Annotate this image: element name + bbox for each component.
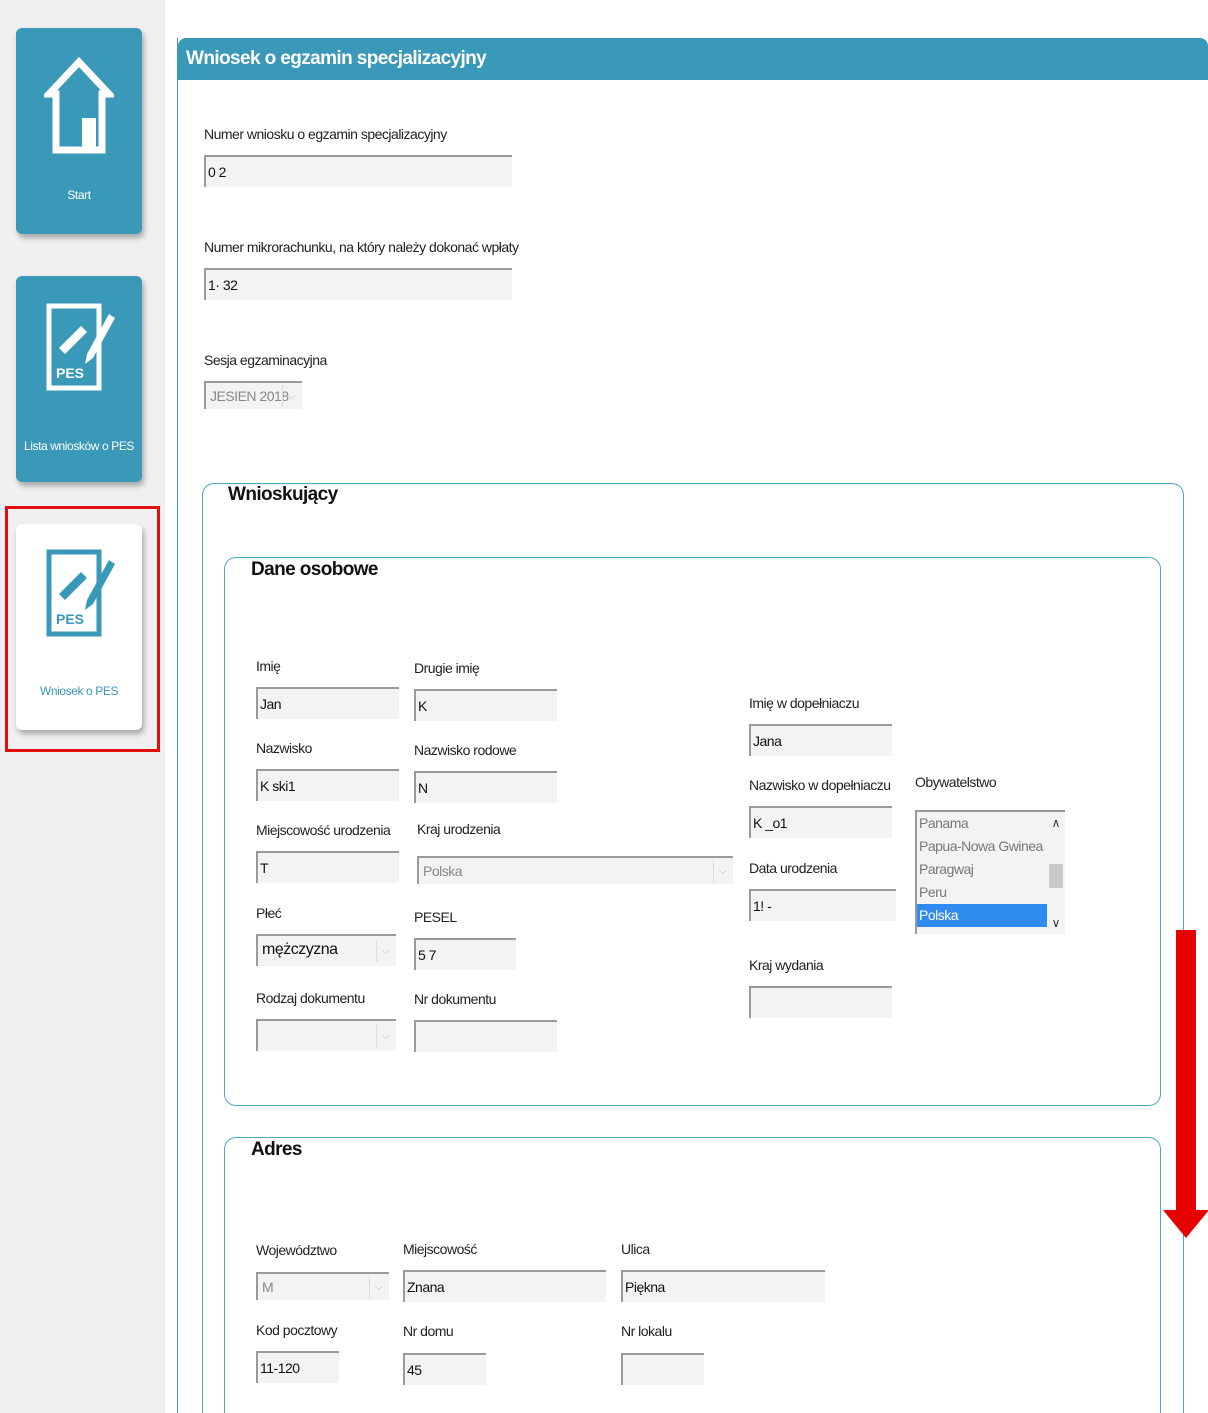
street-label: Ulica [621, 1241, 650, 1257]
birth-date-field[interactable]: 1! - [749, 889, 896, 921]
chevron-down-icon: ⌵ [282, 385, 300, 407]
surname-label: Nazwisko [256, 740, 312, 756]
citizenship-listbox[interactable]: Panama Papua-Nowa Gwinea Paragwaj Peru P… [915, 810, 1065, 934]
surname-genitive-field[interactable]: K _o1 [749, 806, 892, 838]
postal-code-field[interactable]: 11-120 [256, 1351, 339, 1383]
pesel-label: PESEL [414, 909, 457, 925]
citizenship-option-selected[interactable]: Polska [917, 904, 1049, 927]
sex-value: mężczyzna [262, 941, 338, 958]
second-name-label: Drugie imię [414, 660, 480, 676]
session-value: JESIEN 2018 [210, 388, 289, 404]
pes-badge: PES [56, 365, 84, 381]
family-name-field[interactable]: N [414, 771, 557, 803]
applicant-legend: Wnioskujący [222, 484, 344, 506]
doc-type-label: Rodzaj dokumentu [256, 990, 365, 1006]
chevron-down-icon: ⌵ [369, 1276, 387, 1298]
citizenship-option[interactable]: Papua-Nowa Gwinea [917, 835, 1049, 858]
citizenship-scrollbar[interactable]: ∧ ∨ [1047, 812, 1065, 934]
session-select[interactable]: JESIEN 2018 ⌵ [204, 381, 302, 409]
citizenship-option[interactable]: Peru [917, 881, 1049, 904]
page-title: Wniosek o egzamin specjalizacyjny [178, 38, 1208, 80]
sidebar-item-label: Start [67, 188, 91, 202]
city-label: Miejscowość [403, 1241, 477, 1257]
first-name-genitive-label: Imię w dopełniaczu [749, 695, 860, 711]
application-number-field[interactable]: 0 2 [204, 155, 512, 187]
flat-number-label: Nr lokalu [621, 1323, 672, 1339]
application-number-label: Numer wniosku o egzamin specjalizacyjny [204, 126, 447, 142]
birth-country-label: Kraj urodzenia [417, 821, 501, 837]
city-field[interactable]: Znana [403, 1270, 606, 1302]
pes-document-icon: PES [46, 303, 115, 391]
house-number-field[interactable]: 45 [403, 1353, 486, 1385]
scroll-down-arrow-icon [1163, 930, 1208, 1238]
sex-label: Płeć [256, 905, 282, 921]
account-label: Numer mikrorachunku, na który należy dok… [204, 239, 519, 255]
pesel-field[interactable]: 5 7 [414, 938, 516, 970]
surname-field[interactable]: K ski1 [256, 769, 399, 801]
first-name-label: Imię [256, 658, 281, 674]
chevron-down-icon[interactable]: ∨ [1047, 916, 1065, 930]
doc-number-label: Nr dokumentu [414, 991, 496, 1007]
sidebar-item-lista-wnioskow[interactable]: PES Lista wniosków o PES [16, 276, 142, 482]
voivodeship-value: M [262, 1279, 274, 1295]
doc-type-select[interactable]: ⌵ [256, 1019, 396, 1051]
postal-code-label: Kod pocztowy [256, 1322, 338, 1338]
active-item-highlight [5, 506, 160, 752]
chevron-up-icon[interactable]: ∧ [1047, 816, 1065, 830]
doc-number-field[interactable] [414, 1020, 557, 1052]
top-nub [175, 20, 187, 23]
issue-country-label: Kraj wydania [749, 957, 824, 973]
address-legend: Adres [245, 1139, 308, 1161]
chevron-down-icon: ⌵ [376, 1025, 394, 1047]
flat-number-field[interactable] [621, 1353, 704, 1385]
birth-date-label: Data urodzenia [749, 860, 837, 876]
voivodeship-select[interactable]: M ⌵ [256, 1272, 389, 1300]
sidebar-item-start[interactable]: Start [16, 28, 142, 234]
voivodeship-label: Województwo [256, 1242, 337, 1258]
surname-genitive-label: Nazwisko w dopełniaczu [749, 777, 891, 793]
first-name-genitive-field[interactable]: Jana [749, 724, 892, 756]
scrollbar-thumb[interactable] [1049, 864, 1063, 888]
citizenship-option[interactable]: Paragwaj [917, 858, 1049, 881]
personal-data-legend: Dane osobowe [245, 559, 384, 581]
birthplace-label: Miejscowość urodzenia [256, 822, 391, 838]
account-field[interactable]: 1· 32 [204, 268, 512, 300]
first-name-field[interactable]: Jan [256, 687, 399, 719]
citizenship-label: Obywatelstwo [915, 774, 997, 790]
family-name-label: Nazwisko rodowe [414, 742, 517, 758]
birth-country-select[interactable]: Polska ⌵ [417, 856, 733, 884]
citizenship-option[interactable]: Panama [917, 812, 1049, 835]
street-field[interactable]: Piękna [621, 1270, 825, 1302]
second-name-field[interactable]: K [414, 689, 557, 721]
home-icon [44, 56, 114, 154]
sidebar-item-label: Lista wniosków o PES [23, 439, 135, 453]
house-number-label: Nr domu [403, 1323, 454, 1339]
issue-country-field[interactable] [749, 986, 892, 1018]
birthplace-field[interactable]: T [256, 851, 399, 883]
sex-select[interactable]: mężczyzna ⌵ [256, 934, 396, 966]
chevron-down-icon: ⌵ [376, 940, 394, 962]
chevron-down-icon: ⌵ [713, 860, 731, 882]
sidebar: Start PES Lista wniosków o PES PES Wnios… [0, 0, 165, 1413]
birth-country-value: Polska [423, 863, 463, 879]
session-label: Sesja egzaminacyjna [204, 352, 327, 368]
